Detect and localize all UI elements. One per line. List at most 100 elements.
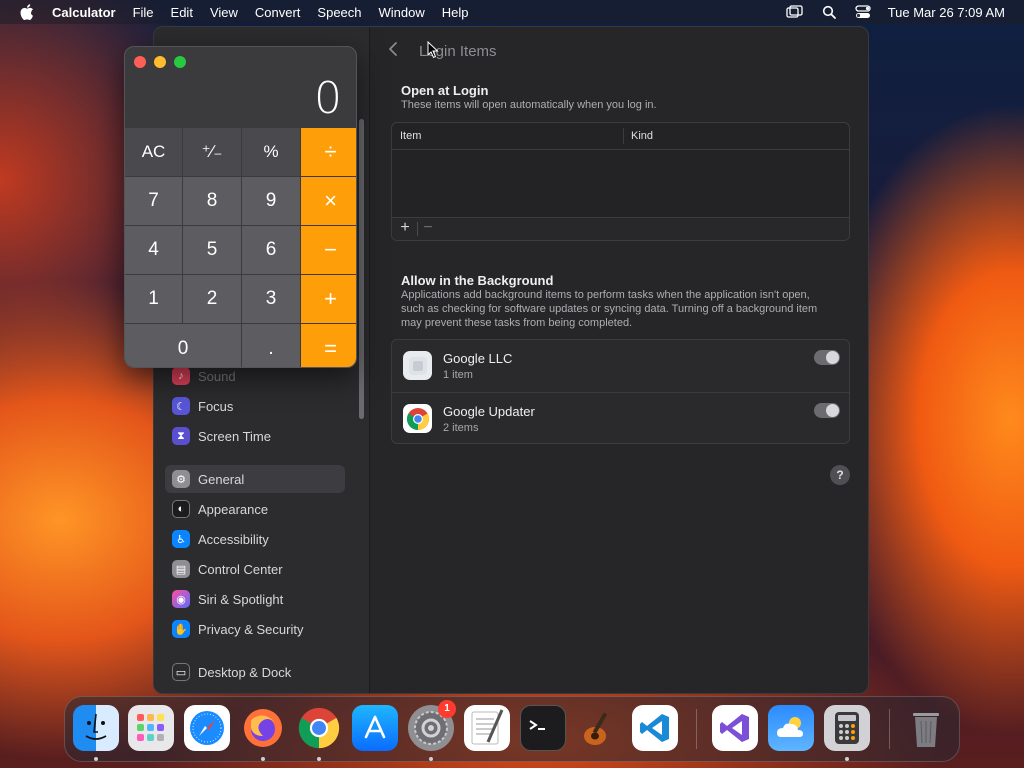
column-header-item[interactable]: Item	[400, 130, 421, 142]
safari-icon[interactable]	[184, 705, 230, 751]
menu-speech[interactable]: Speech	[317, 5, 361, 20]
digit-6-button[interactable]: 6	[242, 226, 300, 274]
add-button[interactable]: +	[301, 275, 356, 323]
column-header-kind[interactable]: Kind	[631, 130, 653, 142]
trash-icon[interactable]	[903, 705, 949, 751]
garageband-icon[interactable]	[576, 705, 622, 751]
digit-5-button[interactable]: 5	[183, 226, 241, 274]
calculator-icon[interactable]	[824, 705, 870, 751]
sidebar-item-appearance[interactable]: ◐ Appearance	[165, 495, 345, 523]
sidebar-item-privacy-security[interactable]: ✋ Privacy & Security	[165, 615, 345, 643]
sidebar-item-general[interactable]: ⚙ General	[165, 465, 345, 493]
login-items-table[interactable]: Item Kind + −	[391, 122, 850, 241]
sidebar-item-siri-spotlight[interactable]: ◉ Siri & Spotlight	[165, 585, 345, 613]
calculator-display: 0	[314, 73, 342, 124]
menu-edit[interactable]: Edit	[171, 5, 193, 20]
sidebar-item-label: Focus	[198, 398, 234, 414]
digit-9-button[interactable]: 9	[242, 177, 300, 225]
menu-app-name[interactable]: Calculator	[52, 5, 116, 20]
textedit-icon[interactable]	[464, 705, 510, 751]
vscode-icon[interactable]	[632, 705, 678, 751]
sidebar-item-label: Desktop & Dock	[198, 664, 292, 680]
remove-login-item-button[interactable]: −	[421, 219, 435, 237]
google-llc-toggle[interactable]	[814, 350, 840, 365]
dock-divider	[696, 709, 697, 749]
visual-studio-icon[interactable]	[712, 705, 758, 751]
menu-help[interactable]: Help	[442, 5, 469, 20]
sidebar-item-label: General	[198, 471, 245, 487]
digit-3-button[interactable]: 3	[242, 275, 300, 323]
weather-icon[interactable]	[768, 705, 814, 751]
multiply-button[interactable]: ×	[301, 177, 356, 225]
zoom-window-button[interactable]	[174, 56, 186, 68]
app-store-icon[interactable]	[352, 705, 398, 751]
google-updater-toggle[interactable]	[814, 403, 840, 418]
menu-file[interactable]: File	[133, 5, 154, 20]
accessibility-icon: ♿	[172, 530, 190, 548]
digit-0-button[interactable]: 0	[125, 324, 241, 367]
terminal-icon[interactable]	[520, 705, 566, 751]
list-item[interactable]: Google LLC 1 item	[392, 340, 849, 392]
launchpad-icon[interactable]	[128, 705, 174, 751]
list-item[interactable]: Google Updater 2 items	[392, 392, 849, 444]
menu-clock[interactable]: Tue Mar 26 7:09 AM	[888, 5, 1005, 20]
decimal-button[interactable]: .	[242, 324, 300, 367]
background-items-list: Google LLC 1 item Google Updater 2 items	[391, 339, 850, 444]
close-window-button[interactable]	[134, 56, 146, 68]
chrome-running-indicator	[317, 757, 321, 761]
minimize-window-button[interactable]	[154, 56, 166, 68]
sidebar-item-label: Sound	[198, 368, 236, 384]
digit-1-button[interactable]: 1	[125, 275, 182, 323]
table-footer: + −	[392, 217, 849, 240]
screen-mirroring-icon[interactable]	[786, 4, 804, 20]
system-settings-icon[interactable]: 1	[408, 700, 456, 751]
calculator-window: 0 AC ⁺∕₋ % ÷ 7 8 9 × 4 5 6 − 1 2 3 + 0 .…	[124, 46, 357, 368]
sidebar-item-desktop-dock[interactable]: ▭ Desktop & Dock	[165, 658, 345, 686]
mouse-pointer-icon	[427, 40, 439, 59]
finder-icon[interactable]	[73, 705, 119, 751]
sidebar-item-control-center[interactable]: ▤ Control Center	[165, 555, 345, 583]
subtract-button[interactable]: −	[301, 226, 356, 274]
sidebar-item-focus[interactable]: ☾ Focus	[165, 392, 345, 420]
equals-button[interactable]: =	[301, 324, 356, 367]
divide-button[interactable]: ÷	[301, 128, 356, 176]
background-item-name: Google Updater	[443, 404, 535, 419]
digit-8-button[interactable]: 8	[183, 177, 241, 225]
sound-icon: ♪	[172, 367, 190, 385]
digit-7-button[interactable]: 7	[125, 177, 182, 225]
percent-button[interactable]: %	[242, 128, 300, 176]
dock: 1	[64, 696, 960, 762]
background-item-name: Google LLC	[443, 351, 513, 366]
column-divider	[623, 128, 624, 144]
sidebar-item-accessibility[interactable]: ♿ Accessibility	[165, 525, 345, 553]
back-chevron-icon[interactable]	[388, 41, 404, 61]
help-button[interactable]: ?	[830, 465, 850, 485]
digit-4-button[interactable]: 4	[125, 226, 182, 274]
menu-window[interactable]: Window	[379, 5, 425, 20]
sidebar-item-label: Appearance	[198, 501, 269, 517]
chrome-icon[interactable]	[296, 705, 342, 751]
menu-view[interactable]: View	[210, 5, 238, 20]
spotlight-search-icon[interactable]	[820, 4, 838, 20]
firefox-icon[interactable]	[240, 705, 286, 751]
apple-menu-icon[interactable]	[18, 0, 36, 24]
plus-minus-button[interactable]: ⁺∕₋	[183, 128, 241, 176]
sidebar-item-screen-time[interactable]: ⧗ Screen Time	[165, 422, 345, 450]
chrome-icon	[403, 404, 432, 433]
sidebar-item-label: Privacy & Security	[198, 621, 304, 637]
all-clear-button[interactable]: AC	[125, 128, 182, 176]
add-login-item-button[interactable]: +	[397, 219, 413, 237]
moon-icon: ☾	[172, 397, 190, 415]
menu-convert[interactable]: Convert	[255, 5, 301, 20]
sidebar-item-label: Accessibility	[198, 531, 269, 547]
background-item-detail: 1 item	[443, 369, 473, 381]
sidebar-scrollbar[interactable]	[359, 119, 364, 419]
digit-2-button[interactable]: 2	[183, 275, 241, 323]
calculator-keypad: AC ⁺∕₋ % ÷ 7 8 9 × 4 5 6 − 1 2 3 + 0 . =	[125, 128, 356, 367]
control-center-icon[interactable]	[854, 4, 872, 20]
settings-content: Login Items Open at Login These items wi…	[371, 27, 868, 693]
background-item-detail: 2 items	[443, 422, 479, 434]
firefox-running-indicator	[261, 757, 265, 761]
calculator-running-indicator	[845, 757, 849, 761]
table-header: Item Kind	[392, 123, 849, 150]
